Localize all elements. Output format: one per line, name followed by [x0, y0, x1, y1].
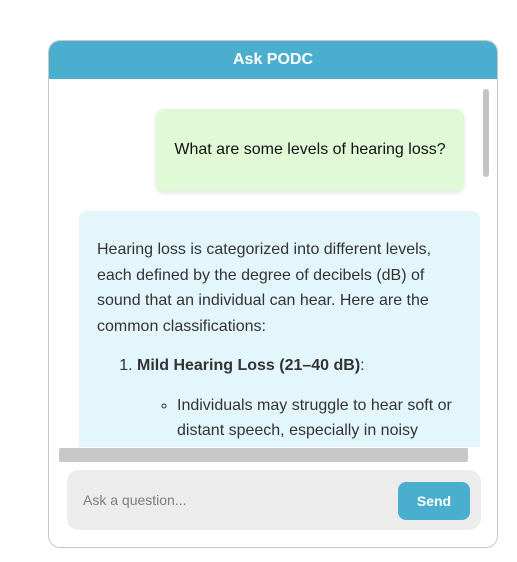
user-message-text: What are some levels of hearing loss?	[174, 141, 446, 158]
chat-window: Ask PODC What are some levels of hearing…	[48, 40, 498, 548]
chat-title: Ask PODC	[232, 51, 314, 68]
input-area: Send	[67, 470, 481, 530]
vertical-scrollbar-thumb[interactable]	[483, 89, 489, 177]
question-input[interactable]	[75, 482, 385, 518]
chat-header: Ask PODC	[49, 41, 497, 79]
bot-message-intro: Hearing loss is categorized into differe…	[97, 241, 432, 335]
message-list[interactable]: What are some levels of hearing loss? He…	[49, 79, 497, 447]
user-message-bubble: What are some levels of hearing loss?	[156, 109, 464, 191]
list-item-bullets: Individuals may struggle to hear soft or…	[137, 393, 462, 444]
list-item-suffix: :	[360, 357, 365, 374]
list-item-title: Mild Hearing Loss (21–40 dB)	[137, 357, 361, 374]
list-item: Mild Hearing Loss (21–40 dB): Individual…	[137, 353, 462, 444]
horizontal-scrollbar[interactable]	[59, 448, 468, 462]
hearing-loss-list: Mild Hearing Loss (21–40 dB): Individual…	[97, 353, 462, 444]
send-button[interactable]: Send	[398, 482, 470, 520]
list-item-bullet: Individuals may struggle to hear soft or…	[177, 393, 462, 444]
bot-message-bubble: Hearing loss is categorized into differe…	[79, 211, 480, 447]
